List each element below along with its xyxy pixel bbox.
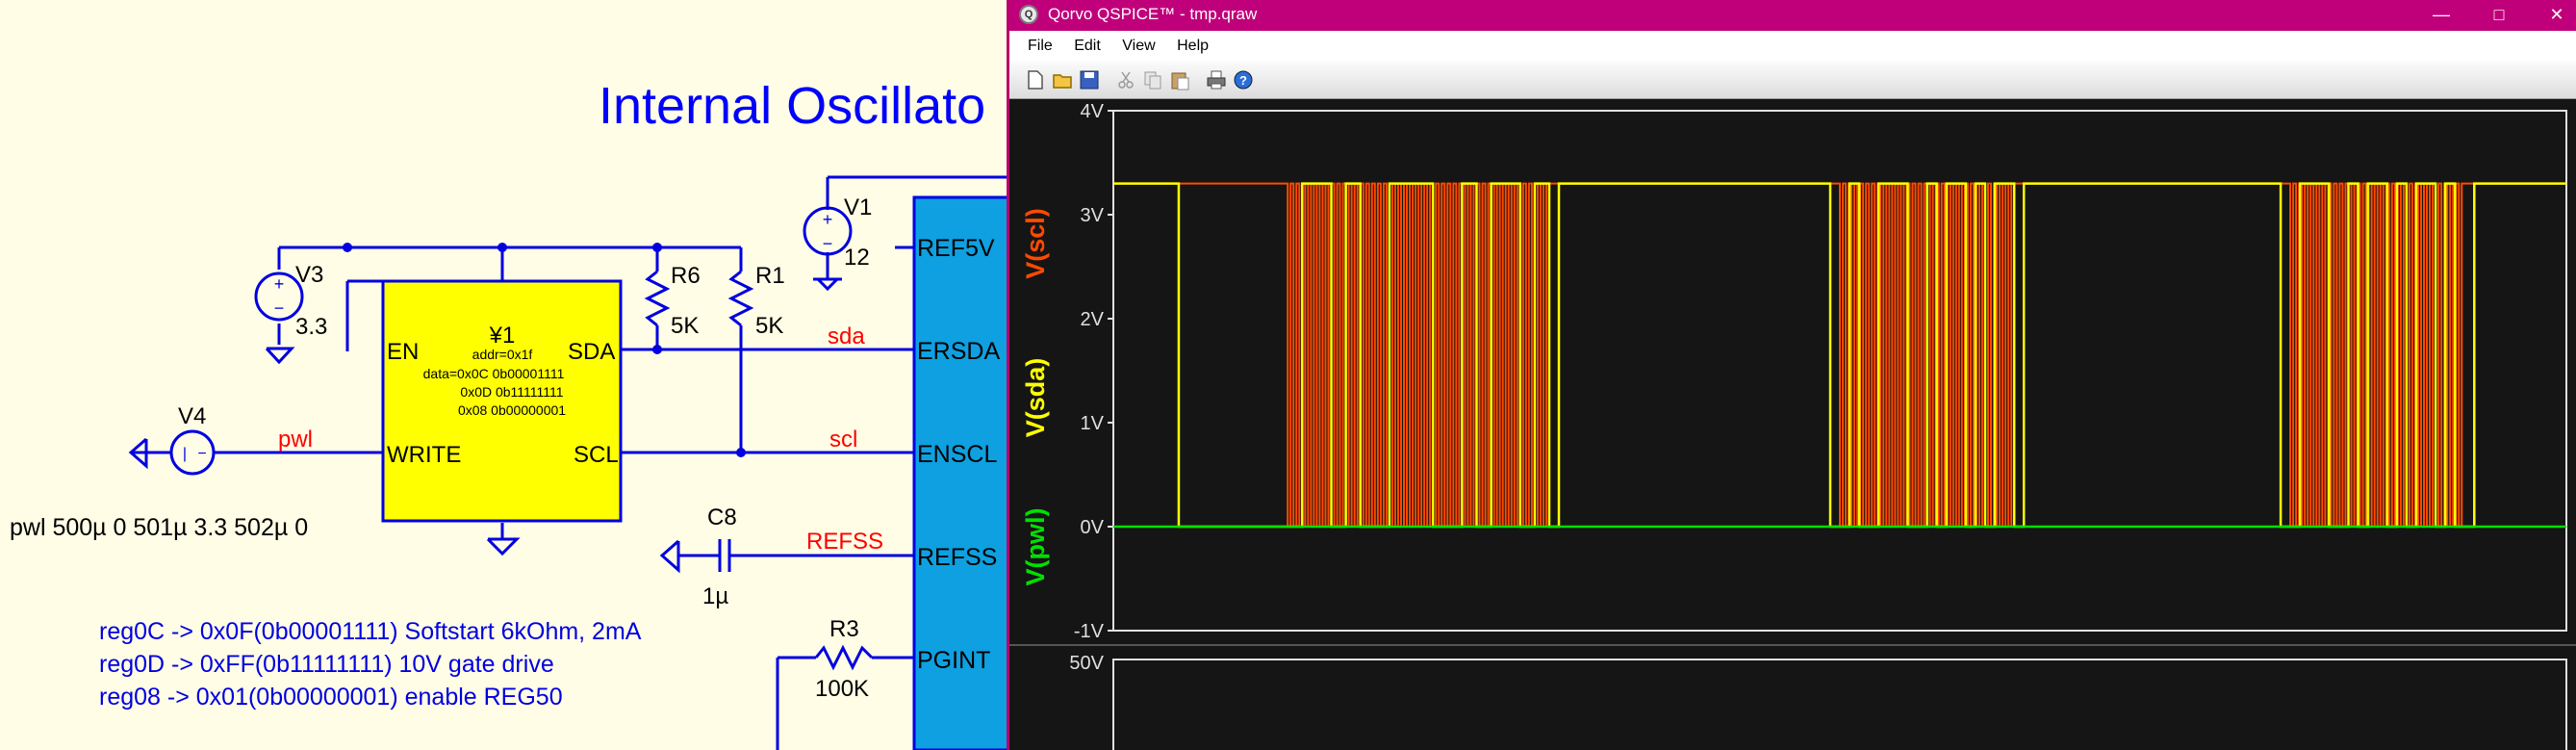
menu-view[interactable]: View: [1113, 31, 1163, 62]
print-icon[interactable]: [1206, 69, 1227, 91]
plot-area[interactable]: 4V 3V 2V 1V 0V -1V V(scl) V(sda) V(pwl) 50V: [1009, 99, 2576, 750]
svg-text:−: −: [274, 298, 285, 318]
y-tick-label: 1V: [1081, 413, 1105, 434]
traces: [1113, 182, 2566, 529]
paste-icon[interactable]: [1169, 69, 1190, 91]
svg-text:−: −: [823, 234, 833, 253]
waveform-viewer-window[interactable]: Q Qorvo QSPICE™ - tmp.qraw — □ ✕ File Ed…: [1007, 0, 2576, 750]
comment-line: reg08 -> 0x01(0b00000001) enable REG50: [99, 684, 563, 711]
v1-value: 12: [844, 245, 870, 271]
menu-file[interactable]: File: [1019, 31, 1061, 62]
svg-text:?: ?: [1239, 73, 1247, 88]
help-icon[interactable]: ?: [1233, 69, 1254, 91]
c8-label: C8: [707, 504, 737, 530]
u1-name: ¥1: [489, 323, 516, 349]
y-tick-label: 3V: [1081, 205, 1105, 226]
open-icon[interactable]: [1052, 69, 1073, 91]
r6-value: 5K: [671, 313, 699, 339]
schematic-canvas[interactable]: + − + − | − Internal Oscillato V3 3.3 V1…: [0, 0, 1010, 750]
ic-pin-refss: REFSS: [917, 544, 997, 571]
u1-pin-write: WRITE: [387, 442, 461, 468]
ic-pin-ref5v: REF5V: [917, 235, 995, 262]
menu-help[interactable]: Help: [1168, 31, 1217, 62]
u1-addr: addr=0x1f: [472, 347, 533, 362]
menu-bar: File Edit View Help: [1009, 31, 2576, 62]
v3-label: V3: [295, 262, 323, 288]
c8-value: 1µ: [702, 583, 728, 609]
schematic-title: Internal Oscillato: [599, 77, 985, 135]
u1-block[interactable]: [381, 279, 623, 523]
r3-label: R3: [829, 616, 859, 642]
u1-pin-sda: SDA: [568, 339, 615, 365]
net-label-pwl: pwl: [278, 427, 313, 453]
minimize-icon[interactable]: —: [2412, 0, 2470, 31]
y-tick-label: 0V: [1081, 517, 1105, 538]
ic-pin-pgint: PGINT: [917, 647, 990, 674]
new-icon[interactable]: [1025, 69, 1046, 91]
v4-source[interactable]: | −: [169, 429, 216, 476]
save-icon[interactable]: [1079, 69, 1100, 91]
net-label-scl: scl: [829, 427, 857, 453]
lower-y-tick: 50V: [1069, 653, 1104, 674]
close-icon[interactable]: ✕: [2528, 0, 2576, 31]
net-label-sda: sda: [828, 323, 865, 349]
trace-label-pwl[interactable]: V(pwl): [1021, 508, 1050, 586]
comment-line: reg0C -> 0x0F(0b00001111) Softstart 6kOh…: [99, 618, 642, 645]
v4-label: V4: [178, 403, 206, 429]
qspice-app-icon[interactable]: Q: [1019, 5, 1038, 24]
r1-value: 5K: [755, 313, 783, 339]
y-tick-label: 4V: [1081, 101, 1105, 122]
u1-pin-en: EN: [387, 339, 419, 365]
net-label-refss: REFSS: [806, 529, 883, 555]
r1-label: R1: [755, 263, 785, 289]
waveform-plot[interactable]: 4V 3V 2V 1V 0V -1V V(scl) V(sda) V(pwl) 50V: [1009, 99, 2576, 750]
v1-label: V1: [844, 194, 872, 220]
svg-text:+: +: [823, 210, 833, 229]
pwl-directive[interactable]: pwl 500µ 0 501µ 3.3 502µ 0: [10, 514, 308, 541]
window-title: Qorvo QSPICE™ - tmp.qraw: [1048, 5, 1258, 23]
window-titlebar[interactable]: Q Qorvo QSPICE™ - tmp.qraw — □ ✕: [1009, 0, 2576, 31]
y-tick-label: 2V: [1081, 309, 1105, 330]
trace-label-sda[interactable]: V(sda): [1021, 358, 1050, 438]
svg-text:−: −: [197, 446, 206, 462]
v3-value: 3.3: [295, 314, 327, 340]
u1-data-line: 0x0D 0b11111111: [460, 384, 563, 400]
cut-icon[interactable]: [1115, 69, 1136, 91]
svg-text:|: |: [183, 446, 187, 462]
u1-data-line: 0x08 0b00000001: [458, 402, 566, 418]
toolbar: ?: [1009, 62, 2576, 99]
trace-label-scl[interactable]: V(scl): [1021, 208, 1050, 279]
comment-line: reg0D -> 0xFF(0b11111111) 10V gate drive: [99, 651, 554, 678]
u1-data-line: data=0x0C 0b00001111: [423, 366, 565, 381]
ic-pin-ersda: ERSDA: [917, 338, 1000, 365]
menu-edit[interactable]: Edit: [1065, 31, 1109, 62]
u1-pin-scl: SCL: [574, 442, 619, 468]
r3-value: 100K: [815, 676, 869, 702]
copy-icon[interactable]: [1142, 69, 1163, 91]
maximize-icon[interactable]: □: [2470, 0, 2528, 31]
y-tick-label: -1V: [1074, 621, 1105, 642]
ic-pin-enscl: ENSCL: [917, 441, 997, 468]
svg-text:+: +: [274, 274, 285, 294]
r6-label: R6: [671, 263, 701, 289]
